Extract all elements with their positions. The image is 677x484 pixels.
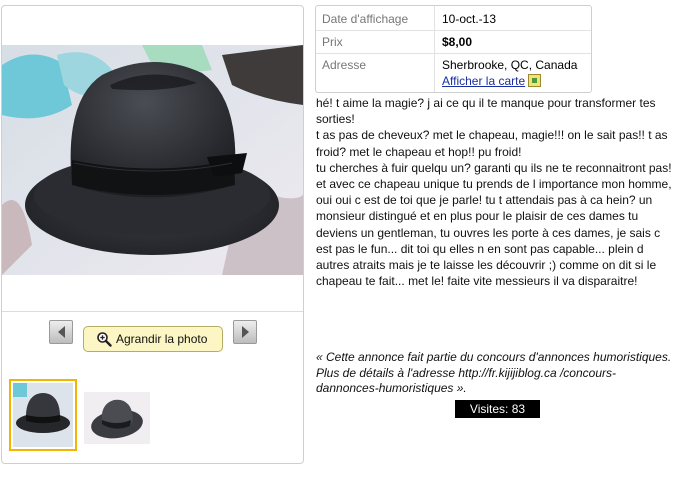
- description-paragraph: tu cherches à fuir quelqu un? garanti qu…: [316, 160, 672, 175]
- row-divider: [316, 30, 591, 31]
- contest-footnote: « Cette annonce fait partie du concours …: [316, 350, 672, 395]
- chevron-right-icon[interactable]: [233, 320, 257, 344]
- hat-thumbnail-1: [13, 383, 73, 447]
- show-map-link[interactable]: Afficher la carte: [442, 74, 542, 88]
- row-divider: [316, 53, 591, 54]
- description-paragraph: hé! t aime la magie? j ai ce qu il te ma…: [316, 96, 656, 127]
- magnify-icon: [96, 331, 112, 347]
- map-icon: [528, 74, 542, 87]
- thumbnail-1[interactable]: [9, 379, 77, 451]
- hat-photo: [2, 45, 303, 275]
- address-label: Adresse: [322, 58, 367, 72]
- gallery-divider: [2, 311, 303, 312]
- enlarge-photo-button[interactable]: Agrandir la photo: [83, 326, 223, 352]
- previous-photo-arrow: [57, 326, 65, 338]
- address-value: Sherbrooke, QC, Canada: [442, 58, 578, 72]
- price-value: $8,00: [442, 35, 473, 49]
- enlarge-photo-label: Agrandir la photo: [116, 332, 208, 346]
- date-label: Date d'affichage: [322, 12, 409, 26]
- thumbnail-2[interactable]: [84, 392, 150, 444]
- listing-description: hé! t aime la magie? j ai ce qu il te ma…: [316, 95, 676, 289]
- date-value: 10-oct.-13: [442, 12, 497, 26]
- hat-thumbnail-2: [84, 392, 150, 444]
- next-photo-arrow: [241, 326, 249, 338]
- visits-counter: Visites: 83: [455, 400, 540, 418]
- column-divider: [434, 6, 435, 92]
- photo-gallery: Agrandir la photo: [1, 5, 304, 464]
- price-label: Prix: [322, 35, 343, 49]
- main-photo[interactable]: [2, 45, 303, 275]
- description-paragraph: et avec ce chapeau unique tu prends de l…: [316, 177, 672, 192]
- chevron-left-icon[interactable]: [49, 320, 73, 344]
- description-paragraph: oui oui c est de toi que je parle! tu t …: [316, 193, 661, 289]
- show-map-label: Afficher la carte: [442, 74, 526, 88]
- listing-details-table: Date d'affichage 10-oct.-13 Prix $8,00 A…: [315, 5, 592, 93]
- description-paragraph: t as pas de cheveux? met le chapeau, mag…: [316, 128, 668, 159]
